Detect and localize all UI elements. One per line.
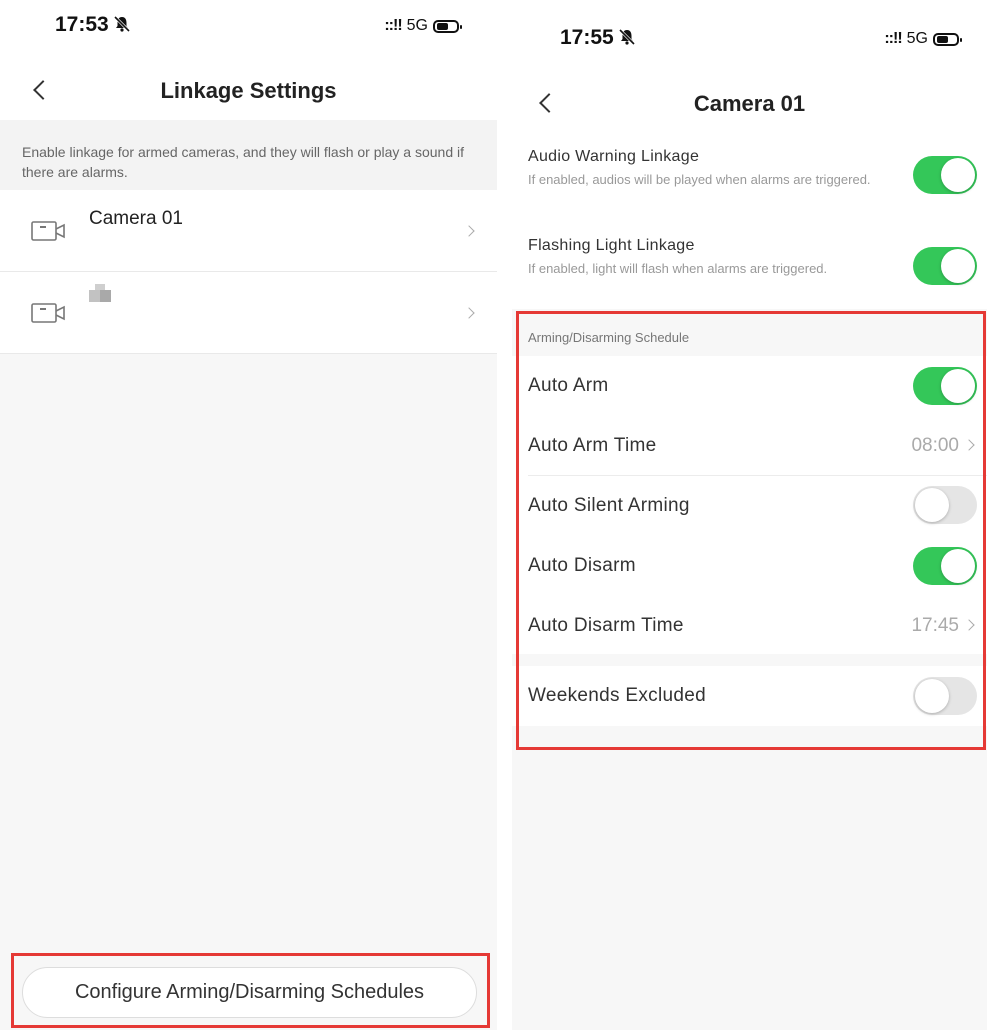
audio-warning-row: Audio Warning Linkage If enabled, audios…: [512, 136, 987, 223]
signal-icon: ::!!: [884, 30, 902, 47]
signal-icon: ::!!: [384, 17, 402, 34]
camera-name: Camera 01: [89, 208, 183, 229]
configure-schedules-button[interactable]: Configure Arming/Disarming Schedules: [22, 967, 477, 1018]
flashing-light-label: Flashing Light Linkage: [528, 237, 695, 254]
camera-icon: [31, 221, 65, 241]
linkage-settings-screen: 17:53 ::!! 5G Linkage Settings Enable li…: [0, 0, 497, 1030]
auto-disarm-time-value: 17:45: [911, 615, 959, 636]
bell-muted-icon: [618, 28, 635, 46]
auto-disarm-time-label: Auto Disarm Time: [528, 615, 684, 636]
network-label: 5G: [406, 17, 428, 34]
battery-icon: [933, 32, 962, 46]
auto-silent-arming-toggle[interactable]: [913, 486, 977, 524]
auto-disarm-time-row[interactable]: Auto Disarm Time 17:45: [512, 596, 987, 654]
nav-bar: Camera 01: [512, 70, 987, 136]
camera-icon: [31, 303, 65, 323]
auto-disarm-row: Auto Disarm: [512, 536, 987, 596]
status-time: 17:53: [55, 13, 131, 37]
auto-arm-label: Auto Arm: [528, 375, 609, 396]
weekends-excluded-row: Weekends Excluded: [512, 666, 987, 726]
chevron-right-icon: [963, 619, 975, 631]
status-right: ::!! 5G: [384, 17, 462, 35]
schedule-section-header: Arming/Disarming Schedule: [528, 330, 690, 345]
audio-warning-toggle[interactable]: [913, 156, 977, 194]
status-time-text: 17:55: [560, 26, 614, 49]
status-right: ::!! 5G: [884, 30, 962, 48]
battery-icon: [433, 19, 462, 33]
network-label: 5G: [906, 30, 928, 47]
chevron-right-icon: [463, 225, 475, 237]
status-bar: 17:53 ::!! 5G: [0, 0, 497, 56]
auto-arm-time-value: 08:00: [911, 435, 959, 456]
page-title: Linkage Settings: [160, 78, 337, 103]
bell-muted-icon: [113, 15, 130, 33]
auto-disarm-toggle[interactable]: [913, 547, 977, 585]
auto-arm-time-row[interactable]: Auto Arm Time 08:00: [512, 416, 987, 476]
camera-thumbnail-placeholder: [89, 284, 111, 302]
weekends-excluded-label: Weekends Excluded: [528, 685, 706, 706]
weekends-excluded-toggle[interactable]: [913, 677, 977, 715]
screen-gap: [497, 0, 512, 1030]
auto-arm-time-label: Auto Arm Time: [528, 435, 657, 456]
audio-warning-label: Audio Warning Linkage: [528, 148, 700, 165]
auto-arm-toggle[interactable]: [913, 367, 977, 405]
camera-list-item[interactable]: [0, 272, 497, 354]
nav-bar: Linkage Settings: [0, 56, 497, 120]
flashing-light-row: Flashing Light Linkage If enabled, light…: [512, 223, 987, 309]
auto-silent-arming-row: Auto Silent Arming: [512, 476, 987, 536]
camera-list-item[interactable]: Camera 01: [0, 190, 497, 272]
flashing-light-toggle[interactable]: [913, 247, 977, 285]
status-time: 17:55: [560, 26, 636, 50]
linkage-description: Enable linkage for armed cameras, and th…: [0, 120, 497, 190]
auto-silent-arming-label: Auto Silent Arming: [528, 495, 690, 516]
camera-settings-screen: 17:55 ::!! 5G Camera 01 Audio Warning Li…: [512, 0, 987, 1030]
audio-warning-description: If enabled, audios will be played when a…: [528, 172, 871, 187]
auto-disarm-label: Auto Disarm: [528, 555, 636, 576]
page-title: Camera 01: [693, 91, 806, 116]
flashing-light-description: If enabled, light will flash when alarms…: [528, 261, 828, 276]
status-bar: 17:55 ::!! 5G: [512, 0, 987, 70]
chevron-right-icon: [463, 307, 475, 319]
status-time-text: 17:53: [55, 13, 109, 36]
chevron-right-icon: [963, 439, 975, 451]
auto-arm-row: Auto Arm: [512, 356, 987, 416]
